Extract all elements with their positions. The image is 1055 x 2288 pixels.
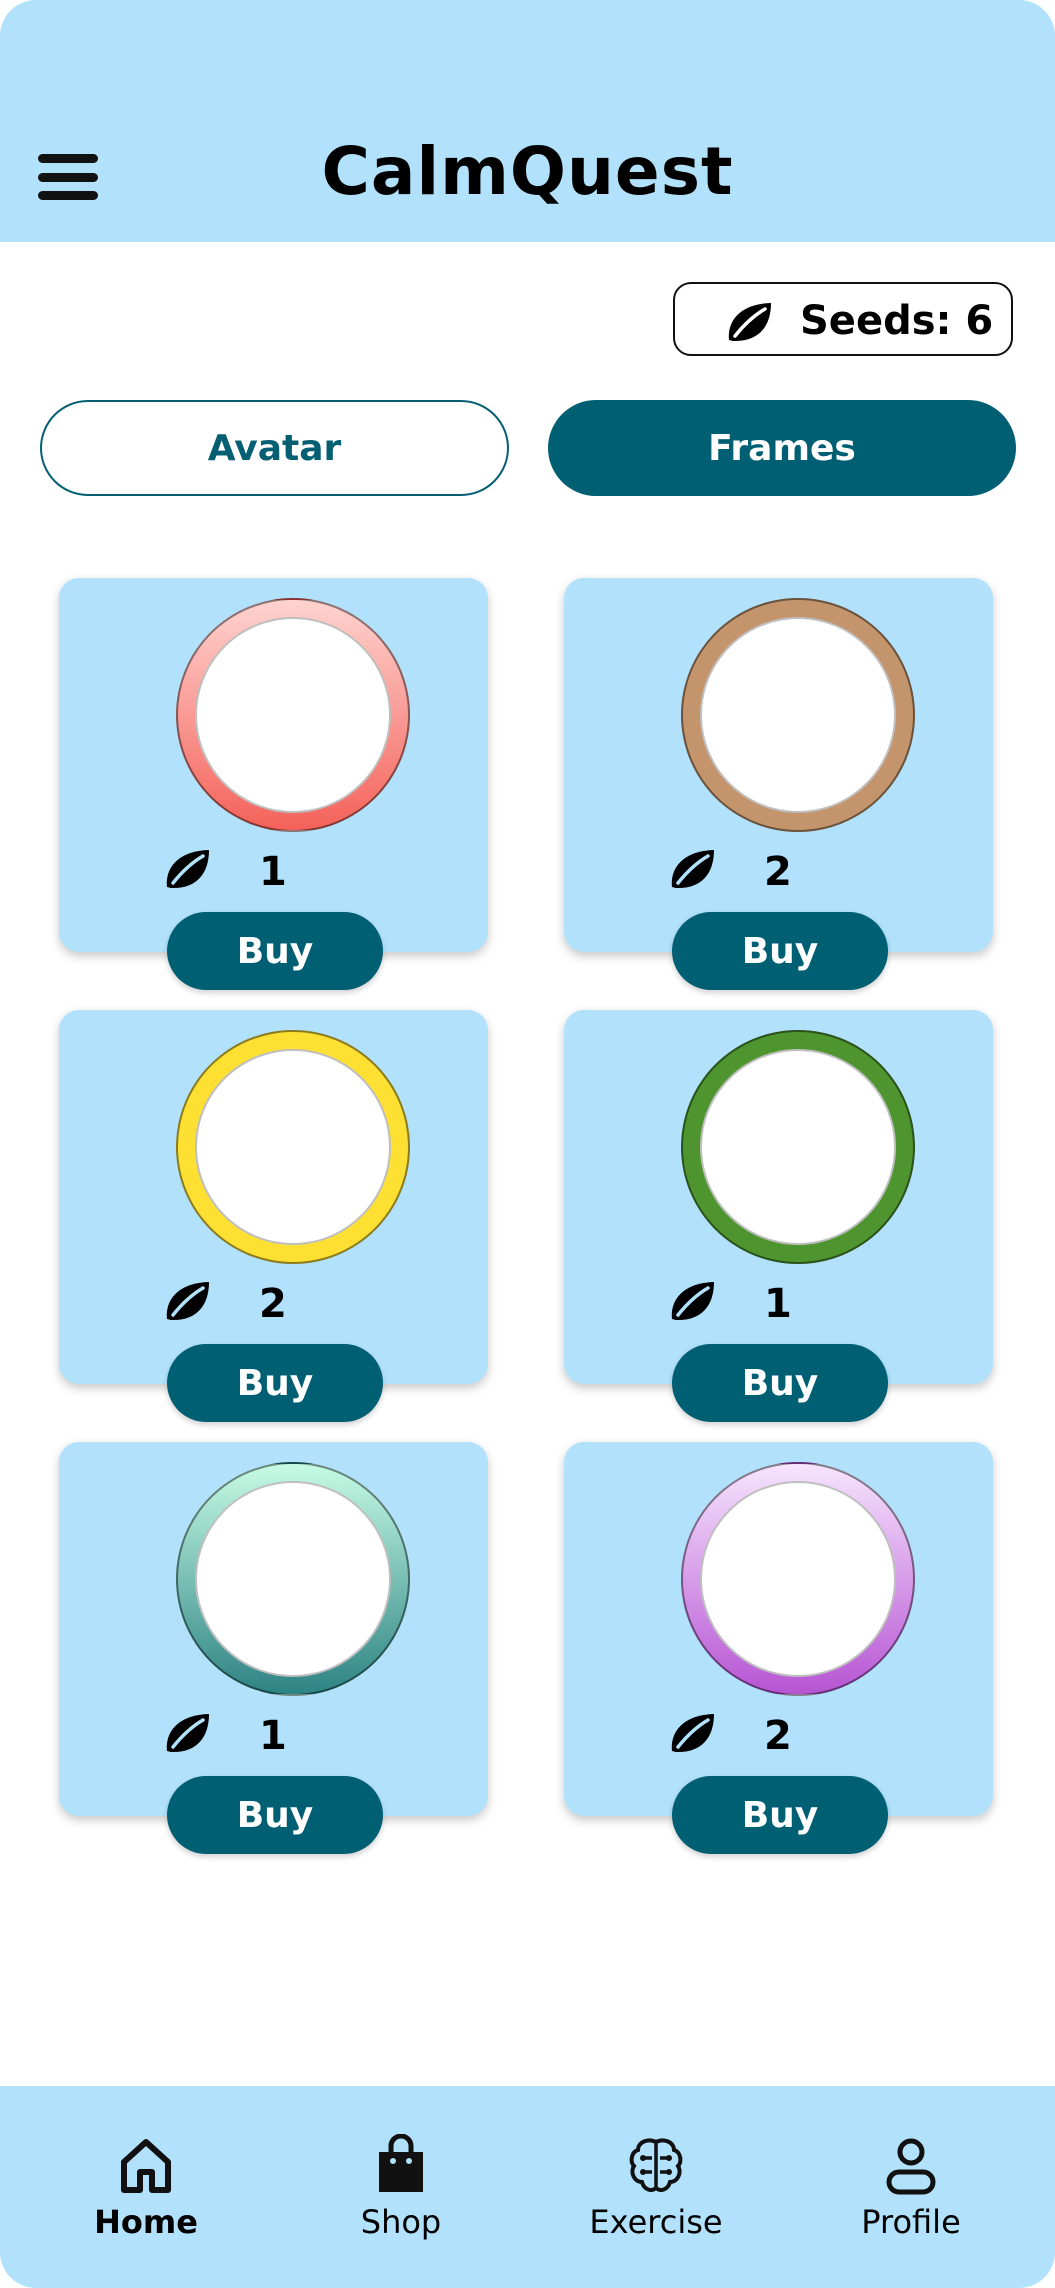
leaf-icon [671, 850, 714, 889]
frame-price: 2 [259, 1281, 287, 1327]
buy-button[interactable]: Buy [672, 1344, 888, 1422]
frame-price: 2 [764, 849, 792, 895]
frame-ring-center [700, 1049, 896, 1245]
frames-grid: 1 Buy 2 Buy 2 Buy 1 Buy 1 Buy 2 Buy [0, 0, 1055, 1900]
nav-item-home[interactable]: Home [46, 2086, 246, 2288]
nav-label-home: Home [94, 2203, 198, 2241]
frame-card: 2 Buy [59, 1010, 488, 1422]
nav-item-shop[interactable]: Shop [301, 2086, 501, 2288]
frame-ring-center [195, 617, 391, 813]
nav-item-profile[interactable]: Profile [811, 2086, 1011, 2288]
frame-card: 2 Buy [564, 578, 993, 990]
buy-button[interactable]: Buy [167, 1344, 383, 1422]
frame-card: 1 Buy [59, 578, 488, 990]
home-icon [121, 2139, 171, 2193]
frame-ring-preview [681, 1030, 915, 1264]
frame-ring-center [195, 1481, 391, 1677]
frame-ring-preview [681, 598, 915, 832]
frame-ring-preview [681, 1462, 915, 1696]
frame-ring-preview [176, 1030, 410, 1264]
frame-ring-preview [176, 598, 410, 832]
person-icon [886, 2138, 936, 2195]
frame-ring-center [700, 1481, 896, 1677]
nav-label-shop: Shop [360, 2203, 442, 2241]
leaf-icon [166, 1714, 209, 1753]
bottom-navigation: Home Shop Exercise Profile [0, 2086, 1055, 2288]
frame-price: 1 [259, 849, 287, 895]
frame-card: 1 Buy [564, 1010, 993, 1422]
leaf-icon [166, 850, 209, 889]
leaf-icon [166, 1282, 209, 1321]
nav-item-exercise[interactable]: Exercise [556, 2086, 756, 2288]
leaf-icon [671, 1714, 714, 1753]
nav-label-profile: Profile [861, 2203, 961, 2241]
frame-ring-center [700, 617, 896, 813]
buy-button[interactable]: Buy [167, 912, 383, 990]
leaf-icon [671, 1282, 714, 1321]
buy-button[interactable]: Buy [672, 1776, 888, 1854]
frame-card: 2 Buy [564, 1442, 993, 1854]
frame-price: 1 [764, 1281, 792, 1327]
brain-icon [629, 2138, 683, 2192]
frame-price: 2 [764, 1713, 792, 1759]
nav-label-exercise: Exercise [589, 2203, 723, 2241]
frame-card: 1 Buy [59, 1442, 488, 1854]
shopping-bag-icon [379, 2134, 423, 2192]
frame-ring-center [195, 1049, 391, 1245]
frame-ring-preview [176, 1462, 410, 1696]
buy-button[interactable]: Buy [167, 1776, 383, 1854]
buy-button[interactable]: Buy [672, 912, 888, 990]
frame-price: 1 [259, 1713, 287, 1759]
app-screen: CalmQuest Seeds: 6 Avatar Frames 1 Buy 2 Bu… [0, 0, 1055, 2288]
